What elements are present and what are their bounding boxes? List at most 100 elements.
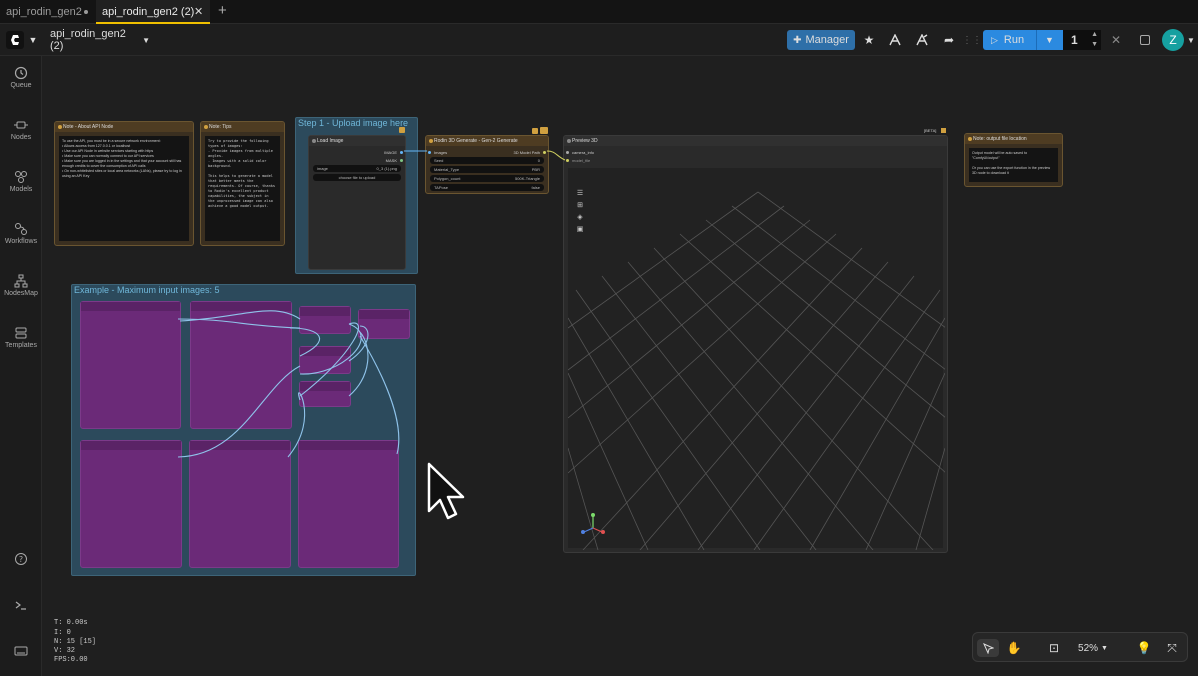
output-model-socket[interactable] [543, 151, 546, 154]
node-title[interactable] [81, 441, 181, 450]
node-title[interactable]: Note: Tips [201, 122, 284, 132]
input-model-socket[interactable] [566, 159, 569, 162]
manager-button[interactable]: ✚ Manager [787, 30, 855, 50]
tab-api-rodin-gen2-2[interactable]: api_rodin_gen2 (2) ✕ [96, 0, 210, 24]
run-options-chevron-icon[interactable]: ▼ [1036, 30, 1062, 50]
node-badge-icon [532, 128, 538, 134]
graph-canvas[interactable]: Note - About API Node To use the API, yo… [42, 56, 1198, 676]
sidebar-item-workflows[interactable]: Workflows [0, 222, 42, 245]
node-title[interactable] [190, 441, 290, 450]
example-rodin-node[interactable] [358, 309, 410, 339]
example-batch-node[interactable] [299, 381, 351, 407]
add-tab-icon[interactable]: + [218, 2, 227, 19]
polygon-count-widget[interactable]: Polygon_count 500K-Triangle [430, 175, 544, 182]
node-collapse-dot-icon[interactable] [429, 139, 433, 143]
note-textarea[interactable]: Output model will be auto saved to "Comf… [969, 148, 1058, 182]
drag-handle-icon[interactable]: ⋮⋮ [962, 30, 982, 50]
queue-count-value: 1 [1071, 33, 1078, 47]
node-tool-icon[interactable] [886, 30, 904, 50]
example-load-image-node[interactable] [80, 440, 182, 568]
terminal-button[interactable] [0, 598, 42, 614]
node-collapse-dot-icon[interactable] [204, 125, 208, 129]
close-tab-icon[interactable]: ✕ [194, 0, 203, 24]
sidebar-item-label: Nodes [10, 134, 32, 141]
fit-view-icon[interactable]: ⊡ [1043, 639, 1065, 657]
node-title[interactable] [300, 307, 350, 316]
sidebar-item-nodes[interactable]: Nodes [0, 118, 42, 141]
example-load-image-node[interactable] [80, 301, 181, 429]
sidebar-item-queue[interactable]: Queue [0, 66, 42, 89]
node-collapse-dot-icon[interactable] [567, 139, 571, 143]
node-collapse-dot-icon[interactable] [312, 139, 316, 143]
example-load-image-node[interactable] [298, 440, 399, 568]
example-batch-node[interactable] [299, 306, 351, 334]
node-title[interactable]: Preview 3D [564, 136, 947, 146]
output-mask-socket[interactable] [400, 159, 403, 162]
sidebar-item-nodesmap[interactable]: NodesMap [0, 274, 42, 297]
node-title[interactable]: Note: output file location [965, 134, 1062, 144]
select-tool-button[interactable] [977, 639, 999, 657]
play-icon: ▷ [991, 34, 998, 45]
rodin-generate-node[interactable]: Rodin 3D Generate - Gen-2 Generate Image… [425, 135, 549, 194]
hand-tool-icon[interactable]: ✋ [1003, 639, 1025, 657]
note-output-node[interactable]: Note: output file location Output model … [964, 133, 1063, 187]
grid-toggle-icon[interactable]: ⊞ [574, 200, 586, 212]
tapose-toggle-widget[interactable]: TAPose false [430, 184, 544, 191]
load-image-node[interactable]: Load Image IMAGE MASK image 0_3 (1).png … [308, 135, 406, 270]
note-textarea[interactable]: Try to provide the following types of im… [205, 136, 280, 241]
links-toggle-icon[interactable]: ⤧ [1161, 639, 1183, 657]
lightbulb-icon[interactable]: 💡 [1133, 639, 1155, 657]
node-title-text: Note: output file location [973, 136, 1027, 142]
queue-count-input[interactable]: 1 ▲ ▼ [1063, 30, 1101, 50]
example-load-image-node[interactable] [189, 440, 291, 568]
node-title[interactable] [299, 441, 398, 450]
sidebar-item-templates[interactable]: Templates [0, 326, 42, 349]
input-images-socket[interactable] [428, 151, 431, 154]
note-api-node[interactable]: Note - About API Node To use the API, yo… [54, 121, 194, 246]
stat-fps: FPS:0.00 [54, 656, 88, 664]
sidebar-item-models[interactable]: Models [0, 170, 42, 193]
output-image-socket[interactable] [400, 151, 403, 154]
image-combo-widget[interactable]: image 0_3 (1).png [313, 165, 401, 172]
user-avatar[interactable]: Z [1162, 29, 1184, 51]
maximize-icon[interactable] [1137, 30, 1153, 50]
input-camera-socket[interactable] [566, 151, 569, 154]
keyboard-button[interactable] [0, 644, 42, 660]
3d-viewport[interactable]: ☰ ⊞ ◈ ▣ [568, 168, 945, 550]
tag-icon[interactable]: ◈ [574, 212, 586, 224]
zoom-dropdown[interactable]: 52% ▼ [1075, 639, 1111, 657]
seed-widget[interactable]: Seed 0 [430, 157, 544, 164]
workflow-name-dropdown[interactable]: api_rodin_gen2 (2) ▼ [50, 28, 150, 52]
node-collapse-dot-icon[interactable] [968, 137, 972, 141]
node-tool-2-icon[interactable] [913, 30, 931, 50]
node-title[interactable] [359, 310, 409, 319]
node-collapse-dot-icon[interactable] [58, 125, 62, 129]
cancel-icon[interactable]: ✕ [1108, 30, 1124, 50]
chevron-down-icon[interactable]: ▼ [1186, 30, 1196, 50]
node-title[interactable] [300, 382, 350, 391]
material-type-widget[interactable]: Material_Type PBR [430, 166, 544, 173]
comfy-logo-menu-button[interactable] [4, 28, 26, 52]
note-tips-node[interactable]: Note: Tips Try to provide the following … [200, 121, 285, 246]
node-title[interactable] [191, 302, 291, 311]
example-batch-node[interactable] [299, 346, 351, 374]
preview-3d-node[interactable]: Preview 3D camera_info model_file ☰ ⊞ ◈ … [563, 135, 948, 553]
star-icon[interactable]: ★ [860, 30, 878, 50]
node-title[interactable] [81, 302, 180, 311]
chevron-down-icon[interactable]: ▼ [27, 30, 39, 50]
stepper-arrows-icon[interactable]: ▲ ▼ [1091, 30, 1098, 50]
share-arrow-icon[interactable]: ➦ [940, 30, 958, 50]
help-button[interactable]: ? [0, 552, 42, 568]
image-icon[interactable]: ▣ [574, 224, 586, 236]
example-load-image-node[interactable] [190, 301, 292, 429]
menu-icon[interactable]: ☰ [574, 188, 586, 200]
node-title[interactable]: Rodin 3D Generate - Gen-2 Generate [426, 136, 548, 146]
node-title[interactable] [300, 347, 350, 356]
upload-button[interactable]: choose file to upload [313, 174, 401, 181]
note-textarea[interactable]: To use the API, you must be in a secure … [59, 136, 189, 241]
node-title[interactable]: Note - About API Node [55, 122, 193, 132]
stat-iterations: I: 0 [54, 629, 71, 637]
terminal-icon [15, 601, 26, 610]
tab-api-rodin-gen2[interactable]: api_rodin_gen2 [0, 0, 94, 24]
node-title[interactable]: Load Image [309, 136, 405, 146]
